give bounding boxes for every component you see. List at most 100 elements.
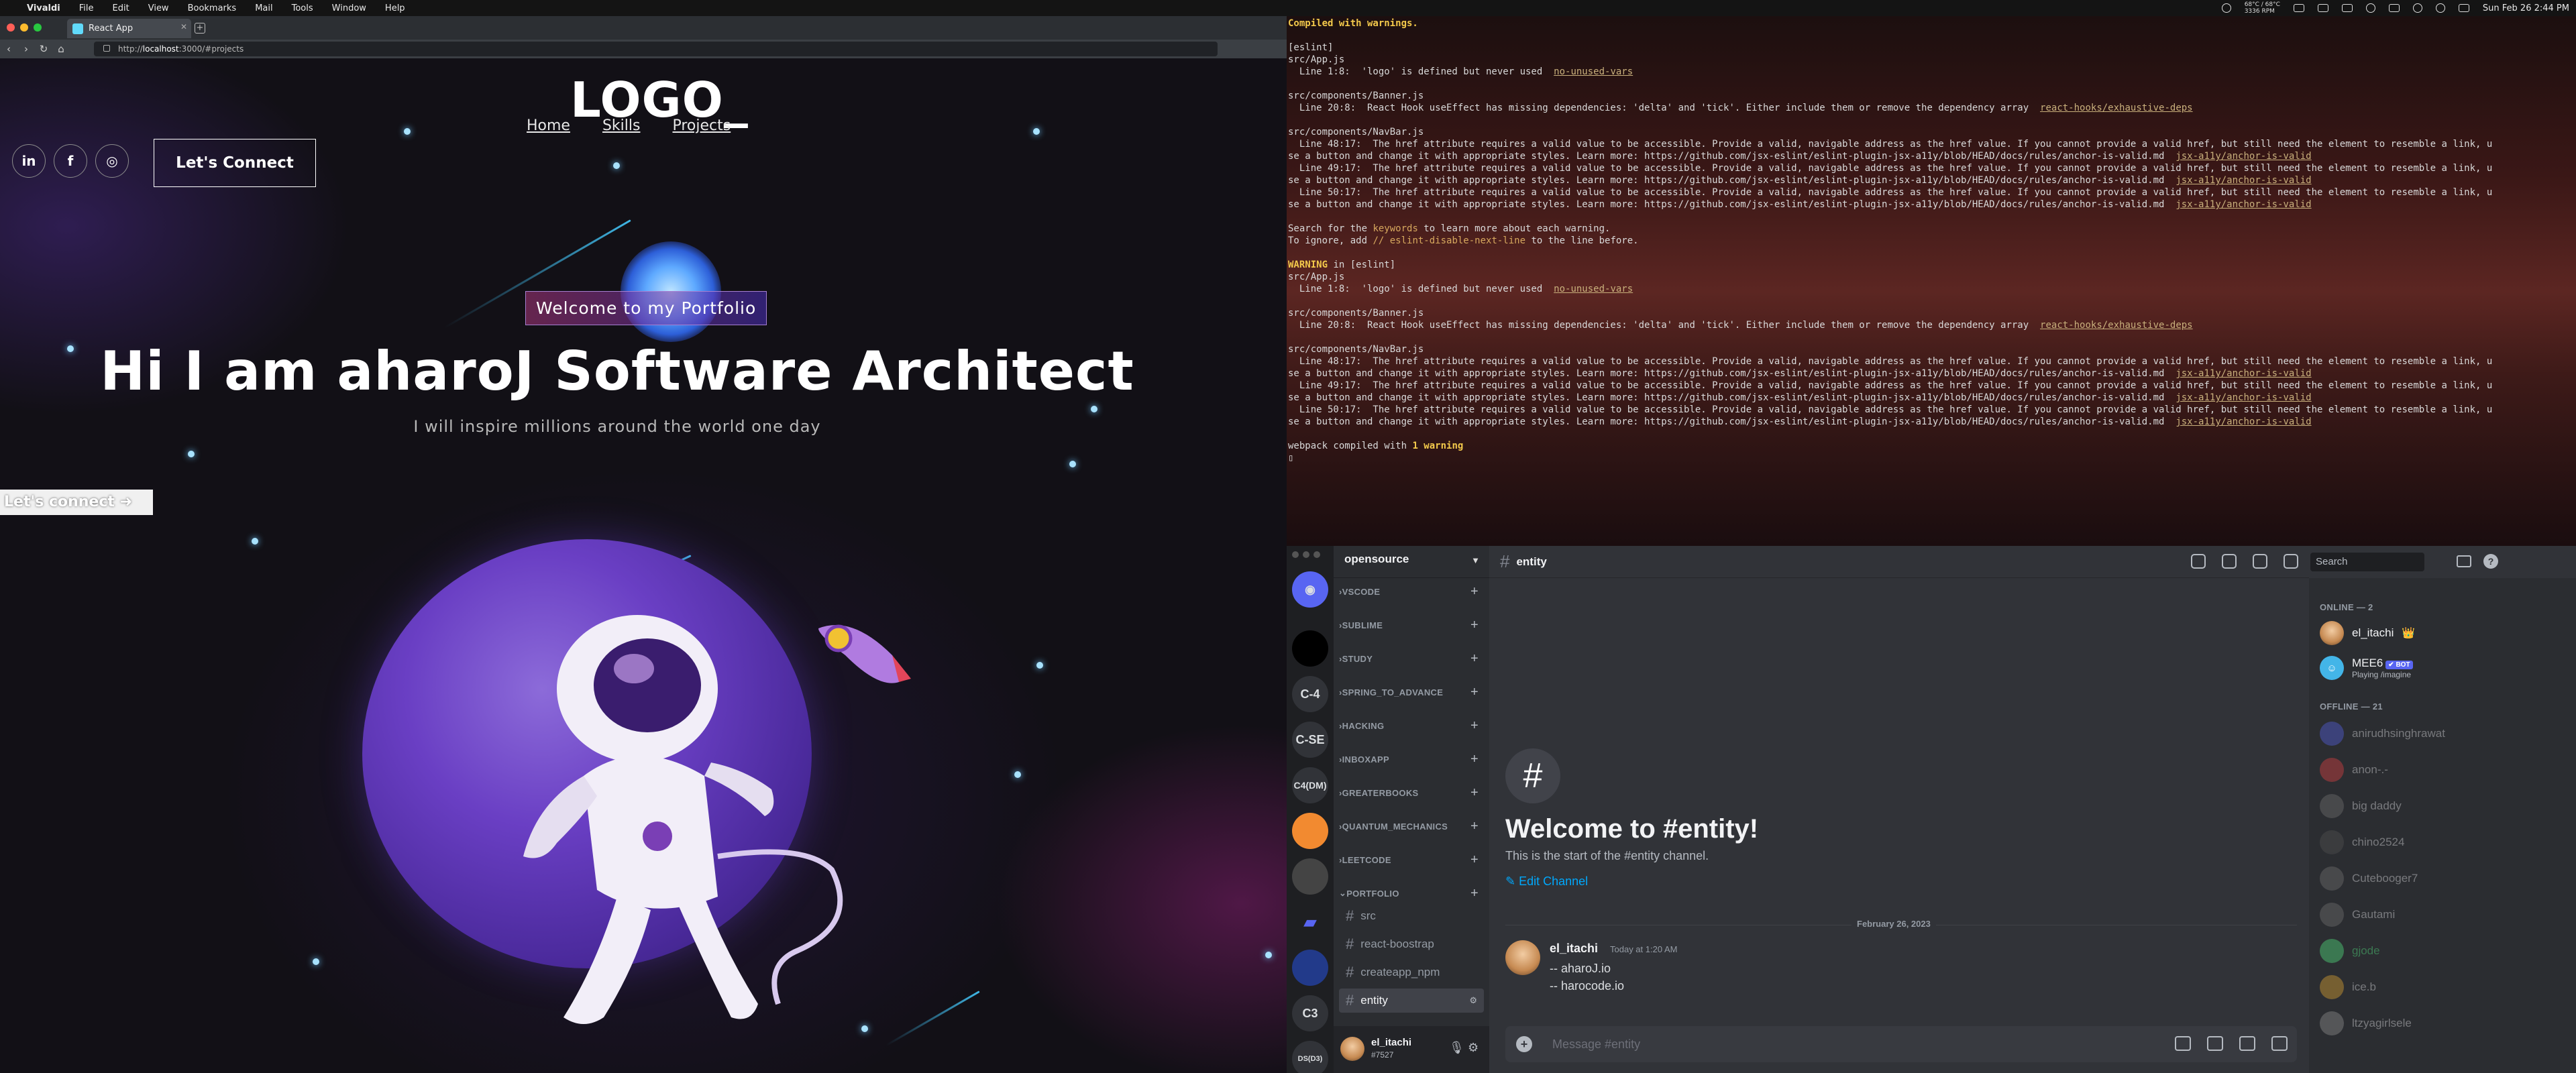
forward-button[interactable]: › [17, 43, 35, 55]
server-c4-dm[interactable]: C4(DM) [1292, 767, 1328, 803]
zoom-window-button[interactable] [1313, 551, 1320, 558]
member-row[interactable]: chino2524 [2320, 828, 2568, 857]
add-channel-icon[interactable]: + [1470, 584, 1479, 600]
terminal-window[interactable]: Compiled with warnings. [eslint] src/App.j… [1287, 16, 2576, 546]
battery-icon[interactable] [2388, 4, 2400, 12]
record-icon[interactable] [2365, 3, 2375, 13]
reload-button[interactable]: ↻ [35, 43, 52, 55]
clipboard-icon[interactable] [2293, 4, 2304, 12]
minimize-window-button[interactable] [1303, 551, 1309, 558]
member-row[interactable]: el_itachi 👑 [2320, 618, 2568, 648]
member-row[interactable]: Cutebooger7 [2320, 864, 2568, 893]
sticker-icon[interactable] [2239, 1036, 2255, 1051]
help-icon[interactable]: ? [2483, 554, 2498, 569]
category-study[interactable]: › STUDY + [1339, 651, 1484, 667]
menu-mail[interactable]: Mail [246, 3, 282, 13]
linkedin-icon[interactable]: in [12, 144, 46, 178]
settings-icon[interactable]: ⚙ [1468, 1041, 1479, 1055]
lets-connect-button[interactable]: Let's Connect [154, 139, 316, 187]
facebook-icon[interactable]: f [54, 144, 87, 178]
edit-channel-link[interactable]: ✎ Edit Channel [1505, 874, 1588, 889]
nav-projects-link[interactable]: Projects [672, 117, 731, 134]
home-button[interactable]: ⌂ [52, 43, 70, 55]
microphone-icon[interactable]: 🎙 [1449, 1041, 1464, 1055]
add-channel-icon[interactable]: + [1470, 752, 1479, 767]
new-tab-button[interactable]: + [195, 23, 205, 34]
channel-react-boostrap[interactable]: # react-boostrap [1339, 932, 1484, 956]
member-row[interactable]: anon-.- [2320, 755, 2568, 785]
server-c3[interactable]: C3 [1292, 995, 1328, 1031]
cpu-temp-readout[interactable]: 68°C / 68°C 3336 RPM [2245, 1, 2280, 15]
menu-bookmarks[interactable]: Bookmarks [178, 3, 246, 13]
category-leetcode[interactable]: › LEETCODE + [1339, 852, 1484, 868]
close-tab-icon[interactable]: ✕ [180, 22, 187, 32]
category-spring[interactable]: › SPRING_TO_ADVANCE + [1339, 684, 1484, 700]
site-info-icon[interactable] [103, 45, 110, 52]
menu-tools[interactable]: Tools [282, 3, 323, 13]
emoji-icon[interactable] [2271, 1036, 2288, 1051]
pin-icon[interactable] [2253, 554, 2267, 569]
add-channel-icon[interactable]: + [1470, 785, 1479, 801]
message-author[interactable]: el_itachi [1550, 942, 1598, 956]
search-input[interactable]: Search [2310, 553, 2424, 571]
server-c-se[interactable]: C-SE [1292, 722, 1328, 758]
channel-settings-icon[interactable]: ⚙ [1469, 995, 1477, 1006]
control-center-icon[interactable] [2458, 4, 2469, 12]
server-ds[interactable]: DS(D3) [1292, 1041, 1328, 1073]
lets-connect-link[interactable]: Let's connect ➜ [0, 490, 153, 515]
minimize-window-button[interactable] [20, 23, 28, 32]
server-header[interactable]: opensource ▼ [1334, 546, 1489, 578]
menu-help[interactable]: Help [376, 3, 415, 13]
avatar[interactable] [1505, 940, 1540, 975]
status-icon[interactable] [2221, 3, 2231, 13]
back-button[interactable]: ‹ [0, 43, 17, 55]
inbox-icon[interactable] [2457, 555, 2471, 567]
wifi-icon[interactable] [2412, 3, 2422, 13]
add-channel-icon[interactable]: + [1470, 886, 1479, 901]
dropbox-icon[interactable] [2317, 4, 2328, 12]
threads-icon[interactable] [2191, 554, 2206, 569]
server-icon[interactable] [1292, 858, 1328, 895]
gif-icon[interactable] [2207, 1036, 2223, 1051]
search-icon[interactable] [2435, 3, 2445, 13]
cloud-icon[interactable] [2341, 4, 2353, 12]
instagram-icon[interactable]: ◎ [95, 144, 129, 178]
member-row[interactable]: ltzyagirlsele [2320, 1009, 2568, 1038]
close-window-button[interactable] [7, 23, 15, 32]
tab-react-app[interactable]: React App ✕ [67, 19, 191, 38]
menu-edit[interactable]: Edit [103, 3, 139, 13]
add-channel-icon[interactable]: + [1470, 618, 1479, 633]
server-icon[interactable] [1292, 813, 1328, 849]
server-icon[interactable] [1292, 630, 1328, 667]
clock[interactable]: Sun Feb 26 2:44 PM [2483, 3, 2569, 13]
category-sublime[interactable]: › SUBLIME + [1339, 617, 1484, 633]
menu-vivaldi[interactable]: Vivaldi [17, 3, 70, 13]
gift-icon[interactable] [2175, 1036, 2191, 1051]
discord-home-icon[interactable]: ◉ [1292, 571, 1328, 608]
member-row[interactable]: ☺ MEE6 ✔ BOT Playing /imagine [2320, 653, 2568, 683]
server-c4[interactable]: C-4 [1292, 676, 1328, 712]
close-window-button[interactable] [1292, 551, 1299, 558]
category-quantum[interactable]: › QUANTUM_MECHANICS + [1339, 818, 1484, 834]
member-row[interactable]: Gautami [2320, 900, 2568, 929]
menu-file[interactable]: File [70, 3, 103, 13]
notification-bell-icon[interactable] [2222, 554, 2237, 569]
member-row[interactable]: anirudhsinghrawat [2320, 719, 2568, 748]
add-channel-icon[interactable]: + [1470, 685, 1479, 700]
add-channel-icon[interactable]: + [1470, 852, 1479, 868]
category-inboxapp[interactable]: › INBOXAPP + [1339, 751, 1484, 767]
channel-entity[interactable]: # entity ⚙ [1339, 989, 1484, 1013]
category-vscode[interactable]: › VSCODE + [1339, 583, 1484, 600]
channel-createapp-npm[interactable]: # createapp_npm [1339, 960, 1484, 984]
menu-window[interactable]: Window [323, 3, 376, 13]
add-channel-icon[interactable]: + [1470, 819, 1479, 834]
address-bar[interactable]: http://localhost:3000/#projects [94, 42, 1218, 56]
member-list-icon[interactable] [2284, 554, 2298, 569]
add-channel-icon[interactable]: + [1470, 718, 1479, 734]
message-composer[interactable]: + Message #entity [1505, 1026, 2297, 1062]
folder-icon[interactable]: ▰ [1292, 904, 1328, 940]
category-hacking[interactable]: › HACKING + [1339, 718, 1484, 734]
member-row[interactable]: ice.b [2320, 972, 2568, 1002]
category-greaterbooks[interactable]: › GREATERBOOKS + [1339, 785, 1484, 801]
channel-src[interactable]: # src [1339, 904, 1484, 928]
